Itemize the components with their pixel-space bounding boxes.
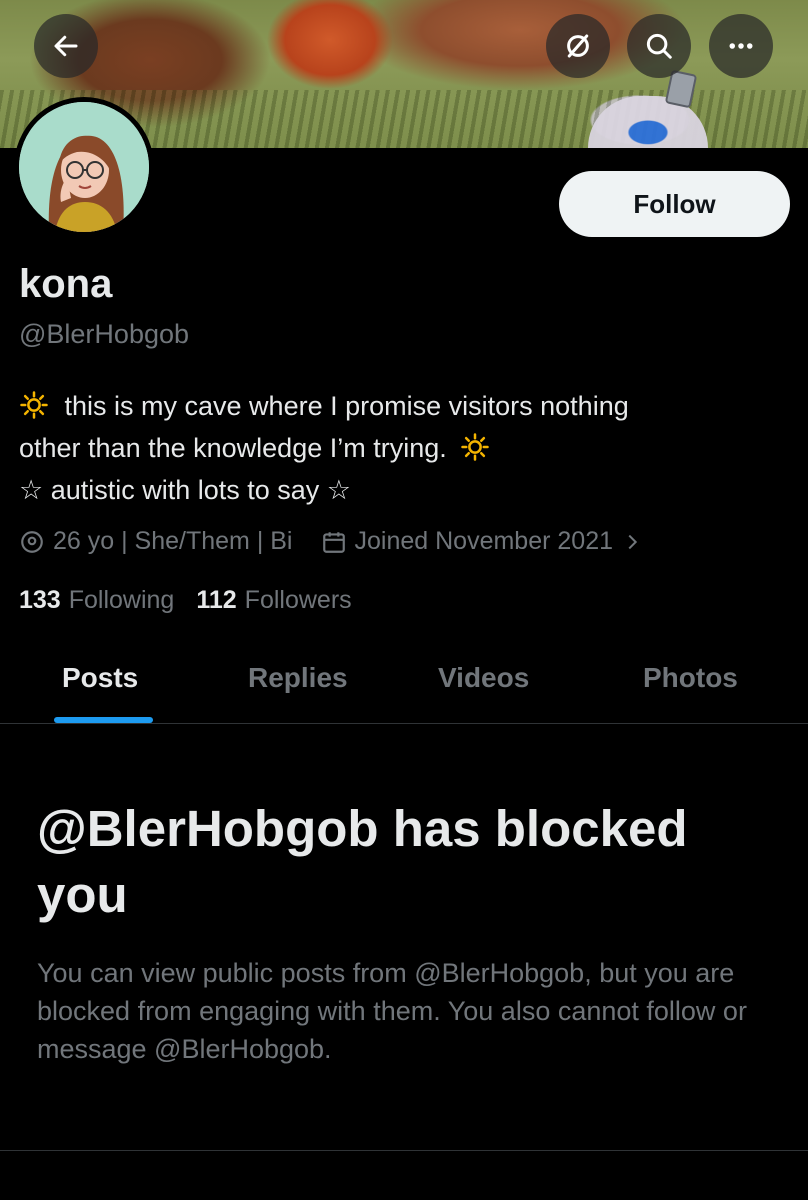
avatar[interactable] xyxy=(14,97,154,237)
location-text: 26 yo | She/Them | Bi xyxy=(53,527,293,555)
blocked-description: You can view public posts from @BlerHobg… xyxy=(37,958,747,1064)
follow-counts: 133 Following 112 Followers xyxy=(19,586,352,615)
joined-item[interactable]: Joined November 2021 xyxy=(321,527,652,556)
followers-link[interactable]: 112 Followers xyxy=(196,586,351,615)
arrow-left-icon xyxy=(54,35,78,57)
blocked-title: @BlerHobgob has blocked you xyxy=(37,800,688,923)
bio-text-3: ☆ autistic with lots to say ☆ xyxy=(19,475,352,505)
bio-line-1: this is my cave where I promise visitors… xyxy=(19,385,789,427)
more-button[interactable] xyxy=(709,14,773,78)
sun-icon xyxy=(20,391,48,419)
profile-meta: 26 yo | She/Them | Bi Joined November 20… xyxy=(19,527,651,556)
bio-text-1: this is my cave where I promise visitors… xyxy=(64,391,629,421)
location-item: 26 yo | She/Them | Bi xyxy=(19,527,293,556)
search-icon xyxy=(646,33,672,59)
tab-replies[interactable]: Replies xyxy=(248,662,348,694)
joined-text: Joined November 2021 xyxy=(354,527,614,555)
location-pin-icon xyxy=(21,530,43,553)
grok-button[interactable] xyxy=(546,14,610,78)
more-horizontal-icon xyxy=(729,43,753,49)
tab-posts[interactable]: Posts xyxy=(62,662,138,694)
profile-tabs: Posts Replies Videos Photos xyxy=(0,640,808,724)
search-button[interactable] xyxy=(627,14,691,78)
followers-label: Followers xyxy=(244,586,352,614)
following-count: 133 xyxy=(19,586,61,614)
followers-count: 112 xyxy=(196,586,237,614)
slash-circle-icon xyxy=(567,34,589,58)
active-tab-indicator xyxy=(54,717,153,723)
profile-bio: this is my cave where I promise visitors… xyxy=(19,385,789,511)
calendar-icon xyxy=(322,531,345,553)
profile-handle: @BlerHobgob xyxy=(19,319,190,349)
chevron-right-icon xyxy=(628,534,638,549)
sun-icon xyxy=(461,433,490,461)
profile-name: kona xyxy=(19,262,113,306)
tab-photos[interactable]: Photos xyxy=(643,662,738,694)
tab-videos[interactable]: Videos xyxy=(438,662,529,694)
bio-text-2: other than the knowledge I’m trying. xyxy=(19,433,447,463)
follow-button[interactable]: Follow xyxy=(559,171,790,237)
avatar-image xyxy=(19,102,149,232)
following-link[interactable]: 133 Following xyxy=(19,586,174,615)
divider xyxy=(0,1150,808,1151)
bio-line-2: other than the knowledge I’m trying. xyxy=(19,427,789,469)
back-button[interactable] xyxy=(34,14,98,78)
following-label: Following xyxy=(68,586,175,614)
